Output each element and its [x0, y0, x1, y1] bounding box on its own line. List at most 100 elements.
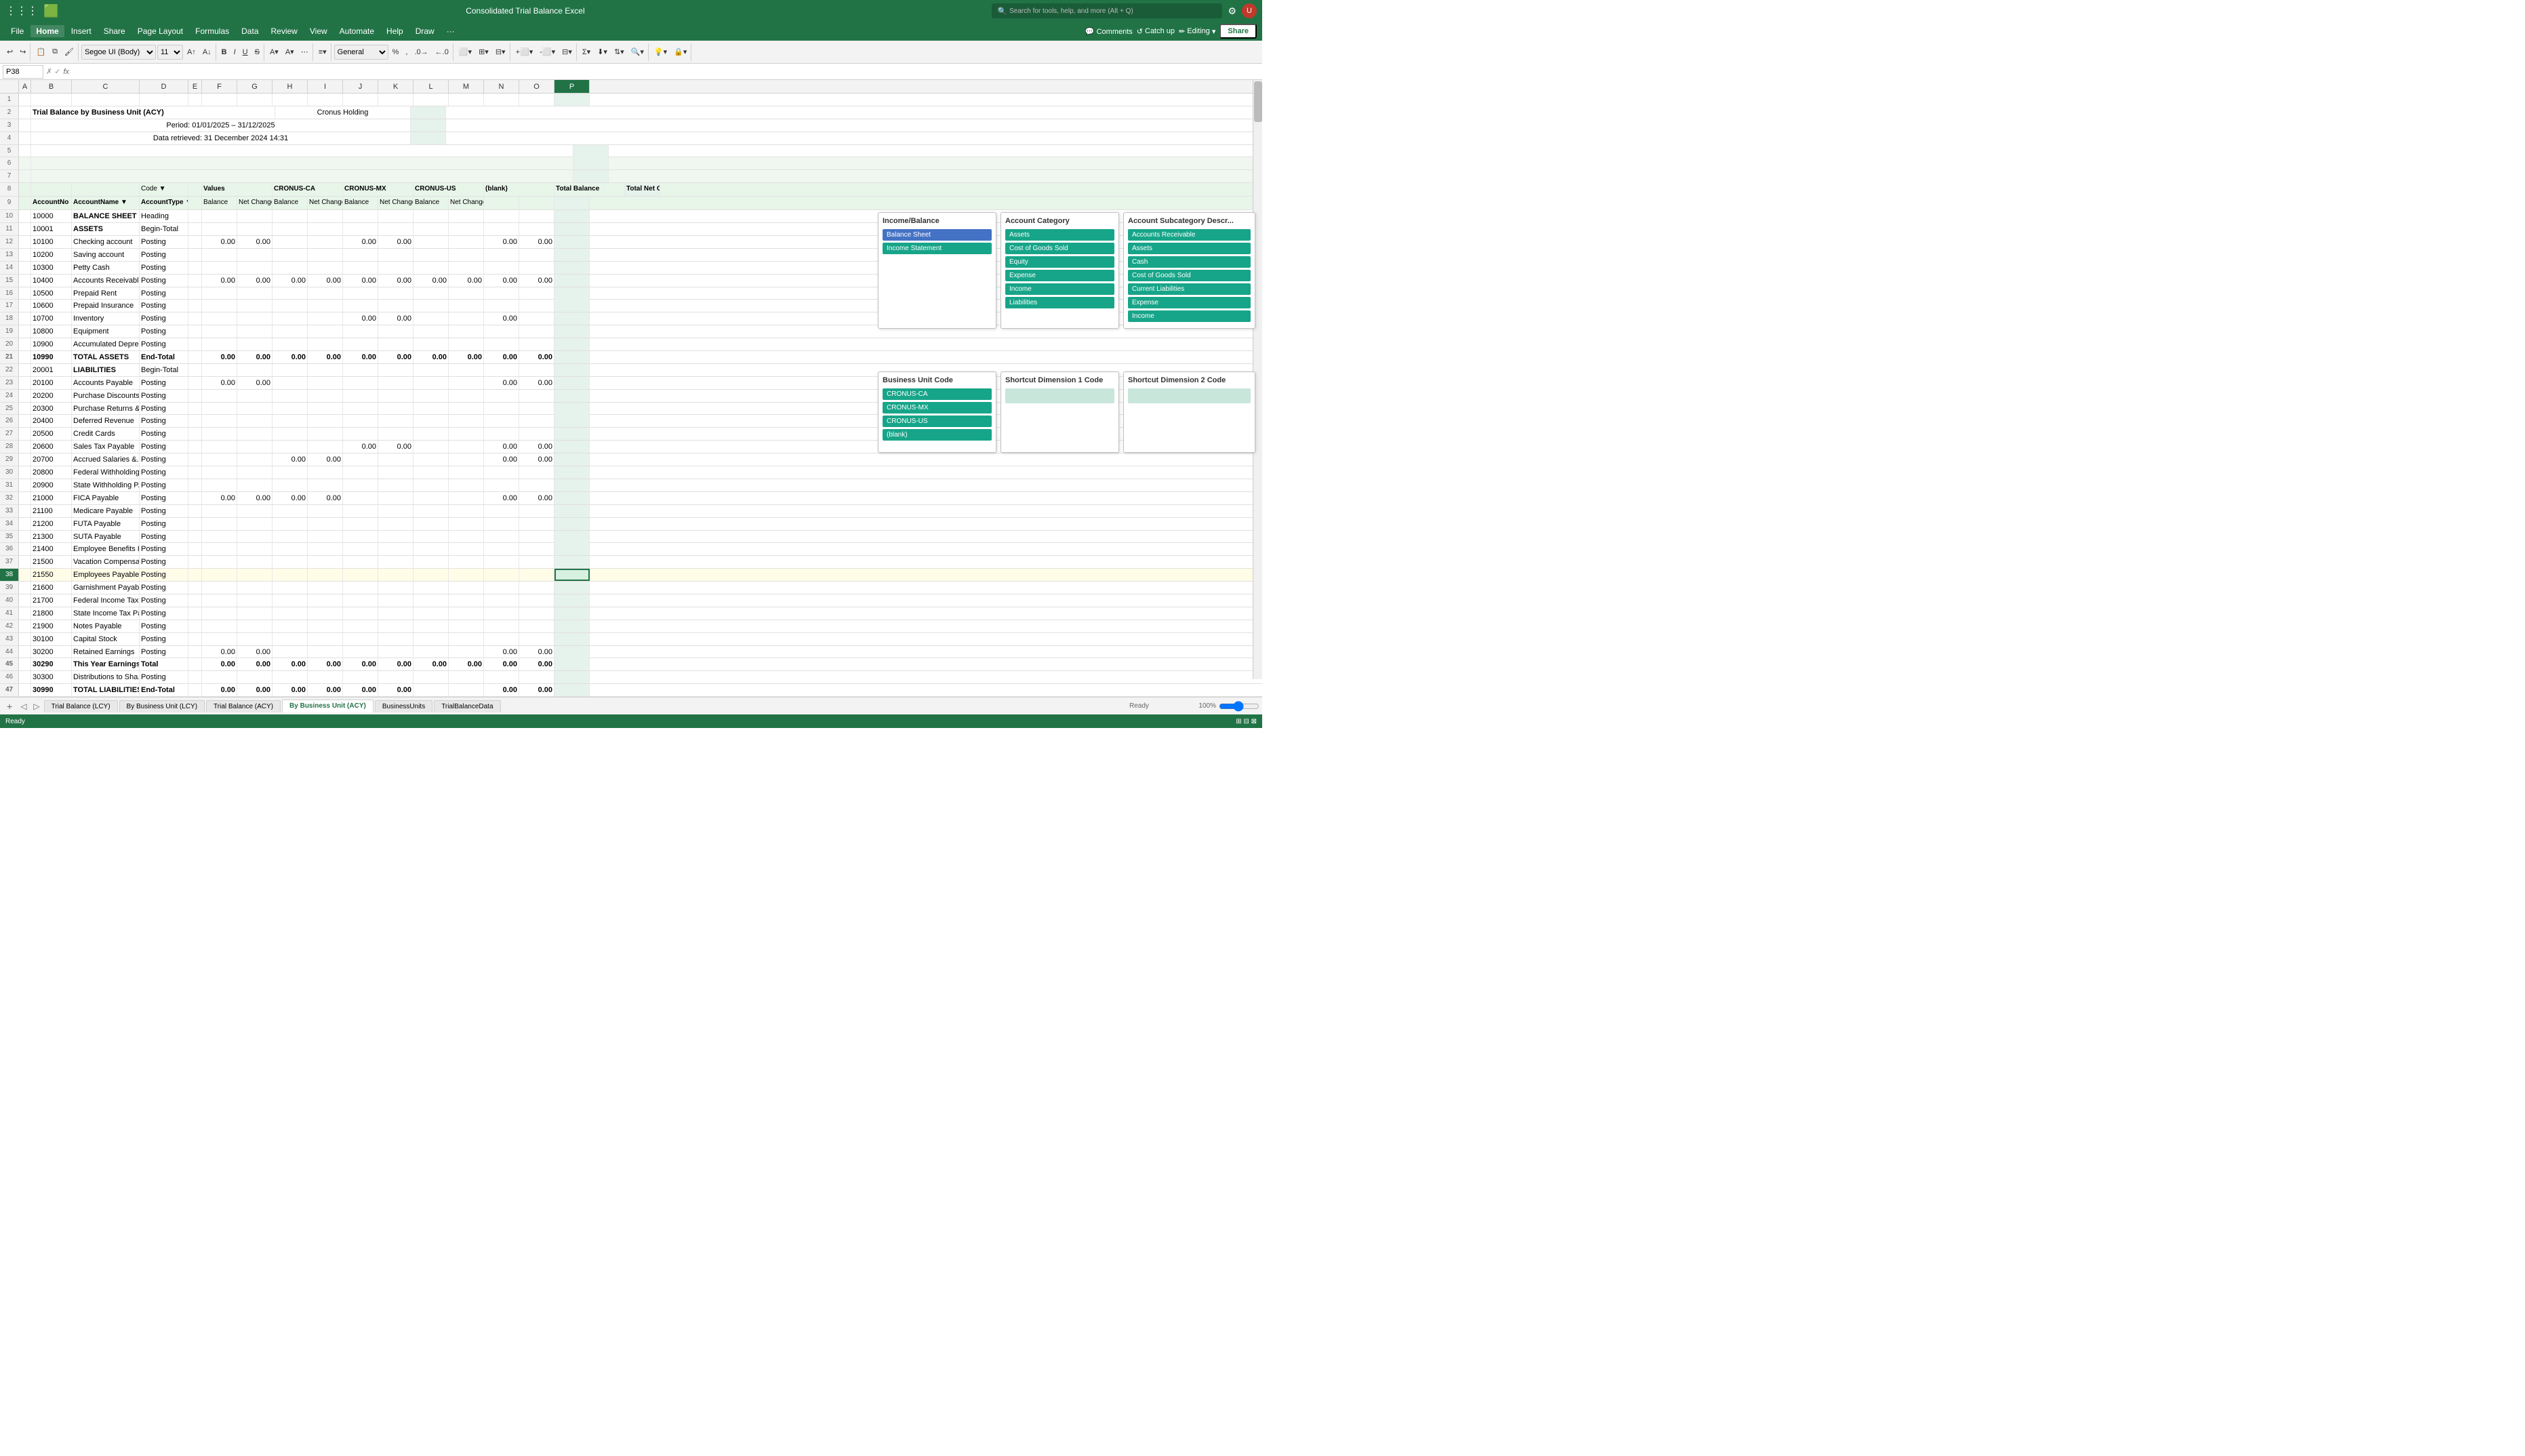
cell-d10[interactable]: Heading [140, 210, 188, 222]
menu-draw[interactable]: Draw [410, 25, 440, 37]
cell-5-span[interactable] [31, 145, 573, 157]
tab-trial-balance-acy[interactable]: Trial Balance (ACY) [206, 700, 281, 712]
formula-input[interactable] [72, 65, 1259, 79]
col-header-i[interactable]: I [308, 80, 343, 93]
expense-chip[interactable]: Expense [1005, 270, 1114, 281]
rownum-1[interactable]: 1 [0, 94, 19, 106]
tab-by-business-unit-acy[interactable]: By Business Unit (ACY) [282, 700, 373, 712]
cell-6-span[interactable] [31, 157, 573, 169]
tab-by-business-unit-lcy[interactable]: By Business Unit (LCY) [119, 700, 205, 712]
cell-l10[interactable] [413, 210, 449, 222]
font-size-select[interactable]: 11 [157, 45, 183, 60]
apps-icon[interactable]: ⋮⋮⋮ [5, 4, 38, 18]
col-header-m[interactable]: M [449, 80, 484, 93]
liabilities-chip[interactable]: Liabilities [1005, 297, 1114, 308]
cell-e10[interactable] [188, 210, 202, 222]
cell-i1[interactable] [308, 94, 343, 106]
cell-a9[interactable] [19, 197, 31, 209]
menu-review[interactable]: Review [266, 25, 303, 37]
cell-a2[interactable] [19, 106, 31, 119]
add-sheet-btn[interactable]: + [3, 701, 16, 712]
expense-subcat-chip[interactable]: Expense [1128, 297, 1251, 308]
font-family-select[interactable]: Segoe UI (Body) [81, 45, 156, 60]
italic-btn[interactable]: I [231, 47, 239, 58]
col-header-e[interactable]: E [188, 80, 202, 93]
rownum-11[interactable]: 11 [0, 223, 19, 235]
rownum-8[interactable]: 8 [0, 183, 19, 196]
cell-p1[interactable] [554, 94, 590, 106]
menu-home[interactable]: Home [31, 25, 64, 37]
cell-n10[interactable] [484, 210, 519, 222]
cell-a8[interactable] [19, 183, 31, 196]
rownum-4[interactable]: 4 [0, 132, 19, 144]
assets-subcat-chip[interactable]: Assets [1128, 243, 1251, 254]
shortcut-dim2-empty[interactable] [1128, 388, 1251, 403]
tab-business-units[interactable]: BusinessUnits [375, 700, 432, 712]
redo-btn[interactable]: ↪ [17, 46, 28, 58]
cell-d1[interactable] [140, 94, 188, 106]
rownum-5[interactable]: 5 [0, 145, 19, 157]
income-subcat-chip[interactable]: Income [1128, 310, 1251, 322]
comma-btn[interactable]: , [403, 47, 410, 58]
cell-p3[interactable] [411, 119, 446, 132]
cell-reference-input[interactable] [3, 65, 43, 79]
underline-btn[interactable]: U [240, 47, 251, 58]
equity-chip[interactable]: Equity [1005, 256, 1114, 268]
tab-trial-balance-data[interactable]: TrialBalanceData [434, 700, 500, 712]
copy-btn[interactable]: ⧉ [49, 46, 60, 58]
search-bar[interactable]: 🔍 Search for tools, help, and more (Alt … [992, 3, 1222, 18]
currentliab-subcat-chip[interactable]: Current Liabilities [1128, 283, 1251, 295]
format-cells-btn[interactable]: ⊟▾ [559, 46, 575, 58]
percent-btn[interactable]: % [390, 47, 402, 58]
cell-p6[interactable] [573, 157, 609, 169]
delete-cells-btn[interactable]: -⬜▾ [537, 46, 558, 58]
fill-btn[interactable]: ⬇▾ [594, 46, 610, 58]
income-chip[interactable]: Income [1005, 283, 1114, 295]
cell-b1[interactable] [31, 94, 72, 106]
cronus-ca-chip[interactable]: CRONUS-CA [883, 388, 992, 400]
cell-b8[interactable] [31, 183, 72, 196]
tab-trial-balance-lcy[interactable]: Trial Balance (LCY) [44, 700, 118, 712]
catchup-btn[interactable]: ↺ Catch up [1137, 27, 1175, 36]
cell-i10[interactable] [308, 210, 343, 222]
cell-h1[interactable] [272, 94, 308, 106]
nav-left-btn[interactable]: ◁ [18, 702, 29, 711]
cogs-subcat-chip[interactable]: Cost of Goods Sold [1128, 270, 1251, 281]
menu-insert[interactable]: Insert [66, 25, 97, 37]
col-header-o[interactable]: O [519, 80, 554, 93]
increase-decimal-btn[interactable]: .0→ [411, 47, 430, 58]
cell-style-btn[interactable]: ⬜▾ [456, 46, 474, 58]
menu-automate[interactable]: Automate [334, 25, 380, 37]
cell-a4[interactable] [19, 132, 31, 144]
menu-file[interactable]: File [5, 25, 29, 37]
cronus-mx-chip[interactable]: CRONUS-MX [883, 402, 992, 413]
cell-p4[interactable] [411, 132, 446, 144]
col-header-f[interactable]: F [202, 80, 237, 93]
balance-sheet-chip[interactable]: Balance Sheet [883, 229, 992, 241]
insert-cells-btn[interactable]: +⬜▾ [513, 46, 536, 58]
cronus-us-chip[interactable]: CRONUS-US [883, 416, 992, 427]
rownum-7[interactable]: 7 [0, 170, 19, 182]
paste-btn[interactable]: 📋 [33, 46, 48, 58]
active-cell-p38[interactable] [554, 569, 590, 581]
cell-f1[interactable] [202, 94, 237, 106]
cell-p10[interactable] [554, 210, 590, 222]
nav-right-btn[interactable]: ▷ [31, 702, 42, 711]
increase-font-btn[interactable]: A↑ [184, 47, 199, 58]
blank-chip[interactable]: (blank) [883, 429, 992, 441]
rownum-10[interactable]: 10 [0, 210, 19, 222]
shortcut-dim1-empty[interactable] [1005, 388, 1114, 403]
user-avatar[interactable]: U [1242, 3, 1257, 18]
cell-a7[interactable] [19, 170, 31, 182]
cell-company[interactable]: Cronus Holding [275, 106, 411, 119]
cell-a6[interactable] [19, 157, 31, 169]
cell-c10[interactable]: BALANCE SHEET [72, 210, 140, 222]
settings-icon[interactable]: ⚙ [1228, 5, 1236, 17]
decrease-font-btn[interactable]: A↓ [200, 47, 214, 58]
cell-title[interactable]: Trial Balance by Business Unit (ACY) [31, 106, 275, 119]
sensitivity-btn[interactable]: 🔒▾ [671, 46, 689, 58]
rownum-2[interactable]: 2 [0, 106, 19, 119]
cell-g1[interactable] [237, 94, 272, 106]
align-options-btn[interactable]: ≡▾ [316, 46, 329, 58]
rownum-6[interactable]: 6 [0, 157, 19, 169]
